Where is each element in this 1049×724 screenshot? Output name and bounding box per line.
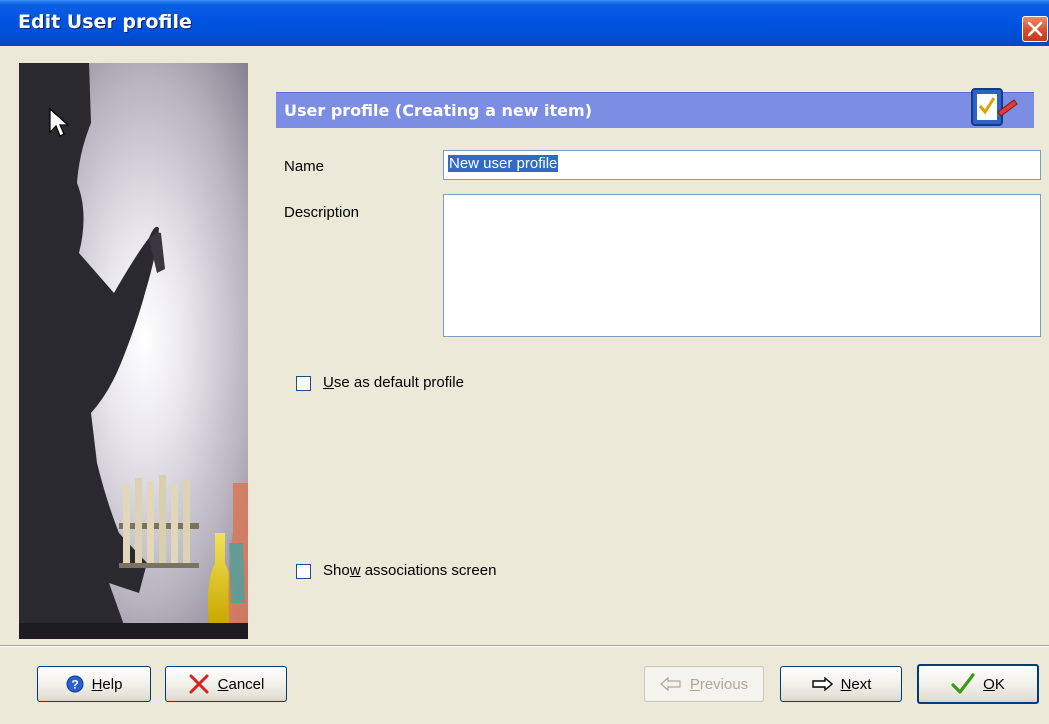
checkmark-icon xyxy=(951,673,975,694)
help-icon: ? xyxy=(66,675,84,693)
default-profile-label: Use as default profile xyxy=(323,374,464,391)
name-label: Name xyxy=(284,158,325,175)
mouse-cursor-icon xyxy=(49,108,69,137)
arrow-right-icon xyxy=(811,677,833,691)
show-associations-checkbox[interactable] xyxy=(296,564,311,579)
close-button[interactable] xyxy=(1022,16,1048,42)
cancel-x-icon xyxy=(189,674,209,694)
show-associations-label: Show associations screen xyxy=(323,562,497,579)
title-bar: Edit User profile xyxy=(0,0,1049,46)
checklist-icon xyxy=(971,88,1018,126)
section-title: User profile (Creating a new item) xyxy=(284,101,592,120)
next-button[interactable]: Next xyxy=(780,666,902,702)
name-input-value: New user profile xyxy=(448,155,559,172)
name-input[interactable]: New user profile xyxy=(443,150,1041,180)
ok-button[interactable]: OK xyxy=(917,664,1039,704)
section-header: User profile (Creating a new item) xyxy=(276,92,1034,128)
description-textarea[interactable] xyxy=(443,194,1041,337)
cancel-button-label: Cancel xyxy=(217,675,265,693)
window-title: Edit User profile xyxy=(18,11,192,33)
default-profile-checkbox[interactable] xyxy=(296,376,311,391)
default-profile-checkbox-row[interactable]: Use as default profile xyxy=(296,374,516,394)
next-button-label: Next xyxy=(840,675,872,693)
description-label: Description xyxy=(284,204,360,221)
help-button-label: Help xyxy=(91,675,123,693)
previous-button[interactable]: Previous xyxy=(644,666,764,702)
side-banner-image xyxy=(19,63,248,639)
previous-button-label: Previous xyxy=(689,675,749,693)
cancel-button[interactable]: Cancel xyxy=(165,666,287,702)
svg-text:?: ? xyxy=(71,678,78,692)
footer-separator xyxy=(0,645,1049,647)
close-icon xyxy=(1027,21,1043,37)
arrow-left-icon xyxy=(659,677,681,691)
ok-button-label: OK xyxy=(983,675,1005,693)
help-button[interactable]: ? Help xyxy=(37,666,151,702)
show-associations-checkbox-row[interactable]: Show associations screen xyxy=(296,562,536,582)
